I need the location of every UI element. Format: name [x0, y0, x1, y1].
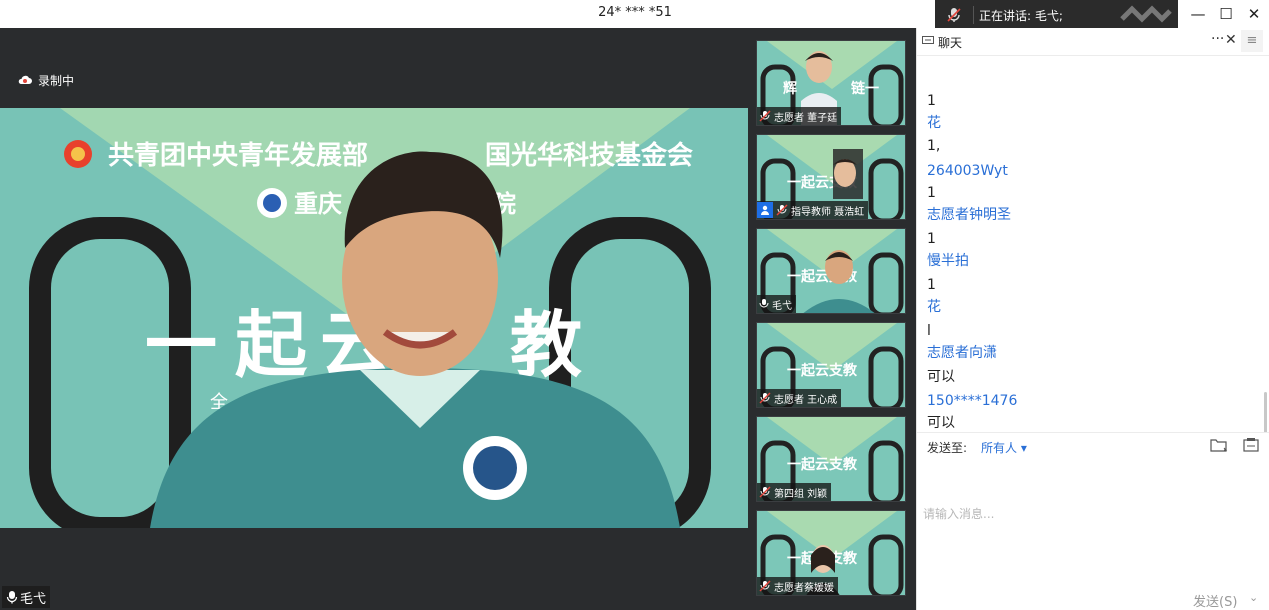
- microphone-muted-icon: [759, 110, 771, 122]
- participant-name-tag: 志愿者 董子廷: [757, 107, 842, 125]
- chat-message-sender: 花: [927, 115, 941, 131]
- panel-menu-button[interactable]: ≡: [1241, 30, 1263, 52]
- participant-name-tag: 毛弋: [757, 295, 796, 313]
- chat-close-button[interactable]: ✕: [1225, 32, 1237, 48]
- participant-name-tag: 指导教师 聂浩虹: [757, 201, 869, 219]
- window-title: 24* *** *51: [598, 5, 672, 20]
- chat-message-sender: 150****1476: [927, 393, 1018, 409]
- send-to-dropdown[interactable]: 所有人 ▾: [981, 439, 1027, 456]
- participant-name: 毛弋: [772, 300, 792, 312]
- speaker-name: 毛弋: [20, 591, 47, 607]
- banner-org-left: 共青团中央青年发展部: [108, 140, 368, 171]
- chat-panel[interactable]: 聊天 ··· ✕ ≡ 1 花 1, 264003Wyt 1 志愿者钟明圣 1 慢…: [916, 28, 1269, 610]
- participant-name-tag: 第四组 刘颖: [757, 483, 832, 501]
- close-window-button[interactable]: ✕: [1242, 4, 1266, 24]
- chat-message-sender: 264003Wyt: [927, 163, 1008, 179]
- participant-tile[interactable]: 一起云支教 志愿者 王心成: [756, 322, 906, 408]
- maximize-button[interactable]: ☐: [1214, 4, 1238, 24]
- speaker-video-feed: 共青团中央青年发展部 国光华科技基金会 重庆 院 一 起 云 教 全: [0, 108, 748, 528]
- chat-message-sender: 慢半拍: [927, 253, 969, 269]
- participant-name: 志愿者 董子廷: [774, 112, 838, 124]
- title-bar: 24* *** *51 正在讲话: 毛弋; — ☐ ✕: [0, 0, 1269, 30]
- send-button[interactable]: 发送(S): [1193, 591, 1237, 610]
- banner-school: 重庆: [294, 190, 342, 218]
- chat-compose-area: 发送至: 所有人 ▾ 发送(S) ⌄: [917, 432, 1269, 610]
- microphone-icon: [759, 299, 769, 308]
- thumb-slogan: 一起云支教: [787, 362, 858, 379]
- participant-name: 志愿者 王心成: [774, 394, 838, 406]
- microphone-muted-icon: [759, 392, 771, 404]
- divider: [973, 6, 974, 24]
- chat-message-text: 1: [927, 277, 936, 293]
- chat-bubble-icon: [922, 36, 934, 44]
- chat-message-text: 1: [927, 93, 936, 109]
- chat-message-input[interactable]: [923, 459, 1259, 569]
- microphone-muted-icon: [776, 204, 788, 216]
- recording-label: 录制中: [38, 73, 75, 88]
- chat-message-text: 可以: [927, 369, 955, 385]
- send-to-label: 发送至:: [927, 441, 968, 455]
- thumb-slogan-fragment-2: 链一: [851, 80, 879, 97]
- banner-slogan-4: 教: [510, 303, 582, 387]
- participant-name-tag: 志愿者蔡媛媛: [757, 577, 838, 595]
- participant-tile[interactable]: 一起云支教 指导教师 聂浩虹: [756, 134, 906, 220]
- cloud-recording-icon: [18, 75, 32, 84]
- recording-indicator[interactable]: 录制中: [18, 72, 74, 88]
- microphone-muted-icon: [947, 8, 961, 22]
- speaker-thumbnail-icon: [1120, 5, 1172, 23]
- chat-message-text: 1: [927, 231, 936, 247]
- microphone-icon: [6, 591, 18, 604]
- banner-org-right: 国光华科技基金会: [485, 140, 693, 171]
- banner-slogan-2: 起: [235, 303, 308, 387]
- video-frame: 共青团中央青年发展部 国光华科技基金会 重庆 院 一 起 云 教 全: [0, 108, 748, 528]
- participant-tile[interactable]: 一起云支教 第四组 刘颖: [756, 416, 906, 502]
- chat-message-sender: 志愿者向潇: [927, 345, 997, 361]
- host-badge-icon: [757, 202, 773, 218]
- minimize-button[interactable]: —: [1186, 4, 1210, 24]
- participant-name-tag: 志愿者 王心成: [757, 389, 842, 407]
- chat-message-text: 1,: [927, 138, 941, 154]
- microphone-muted-icon: [759, 486, 771, 498]
- participant-name: 志愿者蔡媛媛: [774, 582, 834, 594]
- chat-message-text: l: [927, 323, 931, 339]
- send-options-dropdown[interactable]: ⌄: [1249, 591, 1258, 604]
- participant-tile[interactable]: 一起云支教 志愿者蔡媛媛: [756, 510, 906, 596]
- chat-header: 聊天 ··· ✕ ≡: [917, 28, 1269, 56]
- speaking-label: 正在讲话: 毛弋;: [979, 9, 1063, 23]
- active-speaker-indicator: 正在讲话: 毛弋;: [935, 0, 1178, 30]
- participant-strip[interactable]: 辉 链一 志愿者 董子廷 一起云支教 指导教师 聂浩虹 一起云支教 毛弋 一起云…: [748, 28, 916, 610]
- participant-name: 第四组 刘颖: [774, 488, 828, 500]
- file-folder-icon[interactable]: [1210, 437, 1228, 453]
- chat-scrollbar[interactable]: [1264, 392, 1267, 432]
- thumb-slogan: 一起云支教: [787, 456, 858, 473]
- chat-message-text: 可以: [927, 415, 955, 431]
- chat-message-sender: 花: [927, 299, 941, 315]
- participant-tile[interactable]: 一起云支教 毛弋: [756, 228, 906, 314]
- banner-slogan-1: 一: [145, 303, 217, 387]
- chat-title: 聊天: [938, 36, 963, 50]
- chat-message-sender: 志愿者钟明圣: [927, 207, 1011, 223]
- chat-more-button[interactable]: ···: [1211, 31, 1224, 47]
- screenshot-icon[interactable]: [1242, 437, 1260, 453]
- chat-message-text: 1: [927, 185, 936, 201]
- speaker-name-tag: 毛弋: [2, 586, 51, 608]
- participant-name: 指导教师 聂浩虹: [791, 206, 865, 218]
- thumb-slogan-fragment-1: 辉: [783, 81, 797, 97]
- participant-tile[interactable]: 辉 链一 志愿者 董子廷: [756, 40, 906, 126]
- microphone-muted-icon: [759, 580, 771, 592]
- chat-message-list[interactable]: 1 花 1, 264003Wyt 1 志愿者钟明圣 1 慢半拍 1 花 l 志愿…: [917, 56, 1269, 432]
- main-video-area[interactable]: 录制中 共青团中央青年发展部 国光华科技基金会 重庆 院 一 起 云 教 全 毛…: [0, 28, 748, 610]
